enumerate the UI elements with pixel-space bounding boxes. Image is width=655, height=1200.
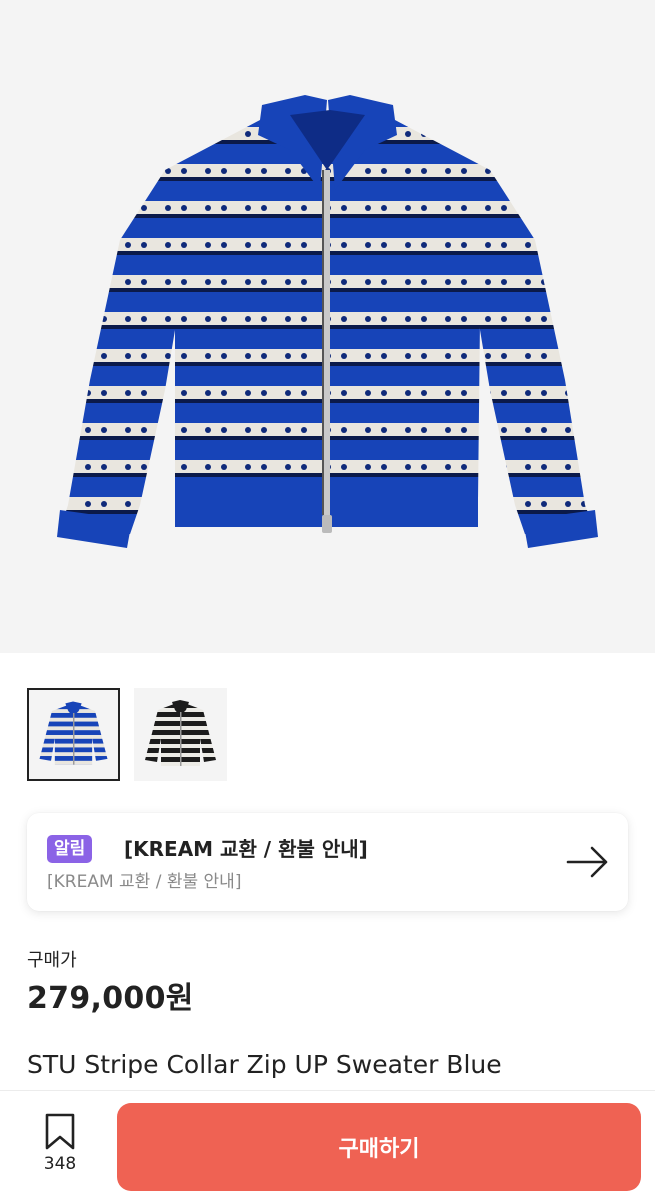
arrow-right-icon[interactable] [566,844,610,880]
blue-stripe-sweater-thumbnail [39,701,108,765]
exchange-refund-notice[interactable]: 알림 [KREAM 교환 / 환불 안내] [KREAM 교환 / 환불 안내] [27,813,628,911]
product-detail-page: 알림 [KREAM 교환 / 환불 안내] [KREAM 교환 / 환불 안내]… [0,0,655,1200]
black-stripe-sweater-thumbnail [145,700,216,766]
notice-badge: 알림 [47,835,93,863]
bottom-action-bar: 348 구매하기 [0,1090,655,1200]
thumbnail-list [27,688,227,781]
notice-title: [KREAM 교환 / 환불 안내] [124,837,368,861]
thumbnail-black[interactable] [134,688,227,781]
thumbnail-blue[interactable] [27,688,120,781]
price-value: 279,000원 [27,981,194,1016]
buy-button[interactable]: 구매하기 [117,1103,641,1191]
price-label: 구매가 [27,950,77,971]
product-name: STU Stripe Collar Zip UP Sweater Blue [27,1050,502,1079]
product-main-image[interactable] [0,0,655,653]
bookmark-button[interactable]: 348 [30,1113,90,1183]
bookmark-count: 348 [43,1154,77,1174]
sweater-image [57,95,598,548]
notice-subtitle: [KREAM 교환 / 환불 안내] [47,872,242,892]
bookmark-icon [45,1113,75,1150]
